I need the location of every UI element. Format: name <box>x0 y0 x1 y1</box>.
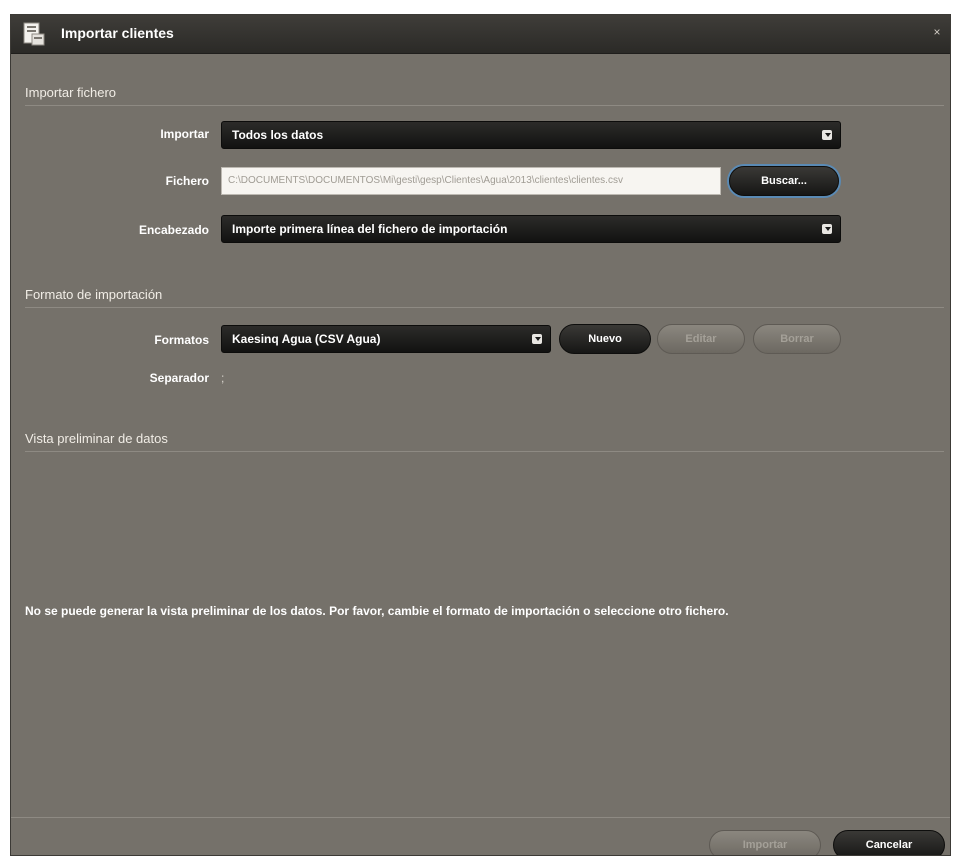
separator-value: ; <box>221 371 225 385</box>
preview-error-message: No se puede generar la vista preliminar … <box>25 604 729 618</box>
import-select-value: Todos los datos <box>232 128 324 142</box>
header-label: Encabezado <box>138 223 209 237</box>
separator-label: Separador <box>149 371 209 385</box>
footer-divider <box>11 817 950 818</box>
divider <box>25 451 944 452</box>
close-icon[interactable]: × <box>930 25 944 39</box>
import-button[interactable]: Importar <box>709 830 821 855</box>
section-title-preview: Vista preliminar de datos <box>25 431 168 446</box>
import-label: Importar <box>160 127 209 141</box>
chevron-down-icon <box>532 334 542 344</box>
import-select[interactable]: Todos los datos <box>221 121 841 149</box>
divider <box>25 105 944 106</box>
format-select-value: Kaesinq Agua (CSV Agua) <box>232 332 381 346</box>
section-title-import-file: Importar fichero <box>25 85 117 100</box>
edit-format-button[interactable]: Editar <box>657 324 745 354</box>
browse-button[interactable]: Buscar... <box>729 166 839 196</box>
format-select[interactable]: Kaesinq Agua (CSV Agua) <box>221 325 551 353</box>
section-title-import-format: Formato de importación <box>25 287 163 302</box>
header-select[interactable]: Importe primera línea del fichero de imp… <box>221 215 841 243</box>
delete-format-button[interactable]: Borrar <box>753 324 841 354</box>
document-import-icon <box>23 22 45 46</box>
format-label: Formatos <box>154 333 209 347</box>
cancel-button[interactable]: Cancelar <box>833 830 945 855</box>
divider <box>25 307 944 308</box>
dialog-title: Importar clientes <box>61 25 174 41</box>
new-format-button[interactable]: Nuevo <box>559 324 651 354</box>
title-bar[interactable]: Importar clientes × <box>11 15 950 54</box>
chevron-down-icon <box>822 130 832 140</box>
header-select-value: Importe primera línea del fichero de imp… <box>232 222 508 236</box>
file-path-field[interactable]: C:\DOCUMENTS\DOCUMENTOS\Mi\gesti\gesp\Cl… <box>221 167 721 195</box>
file-label: Fichero <box>165 174 209 188</box>
chevron-down-icon <box>822 224 832 234</box>
import-clients-dialog: Importar clientes × Importar fichero Imp… <box>10 14 951 856</box>
